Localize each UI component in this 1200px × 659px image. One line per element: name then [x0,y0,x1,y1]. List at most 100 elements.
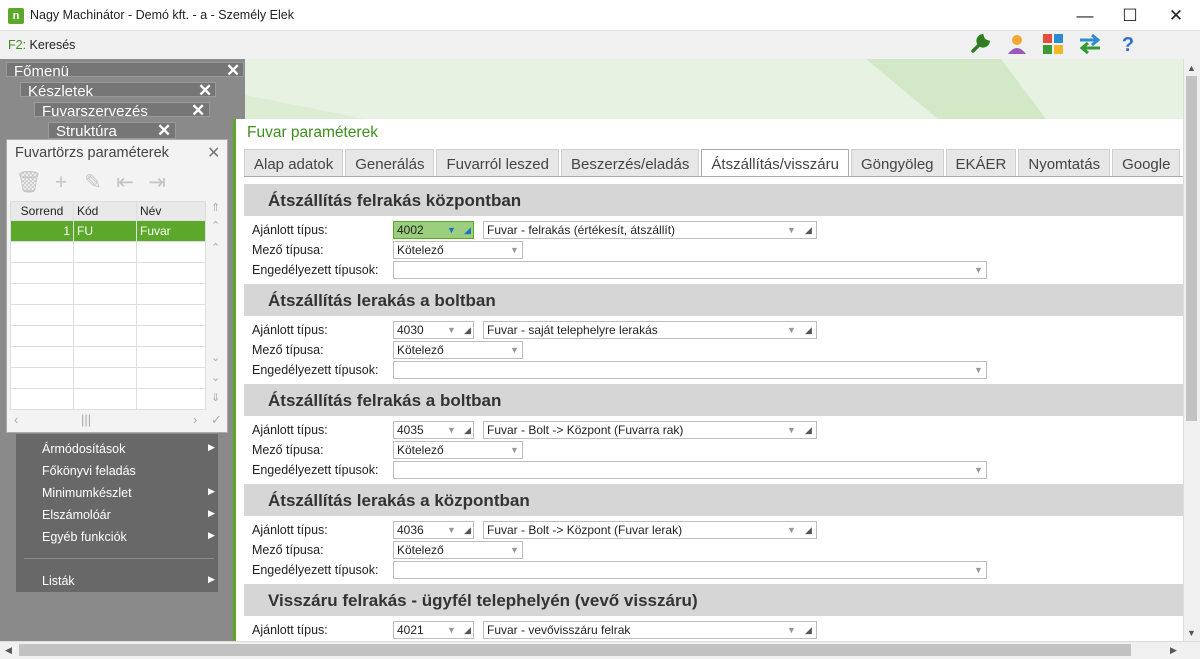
chevron-down-icon: ▼ [510,545,519,555]
close-icon[interactable]: ✕ [191,101,205,121]
scroll-up-icon[interactable]: ▲ [1187,63,1196,73]
scrollbar-thumb[interactable] [19,644,1131,656]
type-description-dropdown[interactable]: Fuvar - Bolt -> Központ (Fuvar lerak) ▼ ◢ [483,521,817,539]
type-description-dropdown[interactable]: Fuvar - vevővisszáru felrak ▼ ◢ [483,621,817,639]
tab-ekaer[interactable]: EKÁER [945,149,1017,176]
fuvar-parameterek-window: Fuvar paraméterek Alap adatok Generálás Fu… [233,119,1186,641]
close-icon[interactable]: ✕ [226,61,240,81]
menu-divider [24,558,214,559]
type-code-dropdown[interactable]: 4030 ▼ ◢ [393,321,474,339]
column-header-kod[interactable]: Kód [73,201,137,221]
app-logo-icon: n [8,8,24,24]
table-row[interactable] [10,283,206,305]
type-code-dropdown[interactable]: 4021 ▼ ◢ [393,621,474,639]
type-code-dropdown[interactable]: 4036 ▼ ◢ [393,521,474,539]
type-description-dropdown[interactable]: Fuvar - Bolt -> Központ (Fuvarra rak) ▼ ◢ [483,421,817,439]
tab-generalas[interactable]: Generálás [345,149,435,176]
scroll-right-icon[interactable]: › [193,412,197,427]
form-row: Engedélyezett típusok: ▼ [244,260,1186,280]
close-button[interactable]: ✕ [1153,2,1199,29]
table-row[interactable] [10,262,206,284]
help-icon[interactable]: ? [1116,33,1140,57]
edit-icon[interactable]: ✎ [77,170,109,195]
menu-item-armodositasok[interactable]: Ármódosítások ▶ [42,442,215,456]
table-row[interactable] [10,304,206,326]
tab-beszerzes-eladas[interactable]: Beszerzés/eladás [561,149,700,176]
tab-gongyoleg[interactable]: Göngyöleg [850,149,944,176]
menu-item-egyeb-funkciok[interactable]: Egyéb funkciók ▶ [42,530,215,544]
scroll-right-icon[interactable]: ▶ [1170,645,1177,656]
scrollbar-thumb[interactable] [1186,76,1197,421]
close-icon[interactable]: ✕ [207,143,220,163]
switch-icon[interactable] [1078,33,1102,57]
field-label: Ajánlott típus: [252,523,328,537]
tab-alap-adatok[interactable]: Alap adatok [244,149,344,176]
allowed-types-dropdown[interactable]: ▼ [393,561,987,579]
page-up-icon[interactable]: ⌃ [211,219,220,232]
type-description-dropdown[interactable]: Fuvar - saját telephelyre lerakás ▼ ◢ [483,321,817,339]
tab-google[interactable]: Google [1112,149,1181,176]
scroll-left-icon[interactable]: ‹ [14,412,18,427]
scroll-down-icon[interactable]: ⌄ [211,351,220,364]
field-type-dropdown[interactable]: Kötelező ▼ [393,241,523,259]
scroll-up-icon[interactable]: ⌃ [211,241,220,254]
type-code-dropdown[interactable]: 4002 ▼ ◢ [393,221,474,239]
tab-fuvarrol-leszed[interactable]: Fuvarról leszed [436,149,559,176]
delete-icon[interactable]: 🗑 [13,171,45,195]
menu-item-minimumkeszlet[interactable]: Minimumkészlet ▶ [42,486,215,500]
tab-nyomtatas[interactable]: Nyomtatás [1018,149,1111,176]
field-type-dropdown[interactable]: Kötelező ▼ [393,541,523,559]
type-description-dropdown[interactable]: Fuvar - felrakás (értékesít, átszállít) ▼… [483,221,817,239]
tab-atszallitas-visszaru[interactable]: Átszállítás/visszáru [701,149,849,176]
check-icon[interactable]: ✓ [211,412,222,428]
table-row[interactable] [10,388,206,410]
field-type-dropdown[interactable]: Kötelező ▼ [393,341,523,359]
window-title: Nagy Machinátor - Demó kft. - a - Személ… [30,8,294,22]
close-icon[interactable]: ✕ [198,81,212,101]
menu-item-fokonyvi-feladas[interactable]: Főkönyvi feladás [42,464,136,478]
wrench-icon[interactable] [968,33,992,57]
menu-item-elszamoloar[interactable]: Elszámolóár ▶ [42,508,215,522]
vertical-scrollbar[interactable]: ⇑ ⌃ ⌃ ⌄ ⌄ ⇓ [207,201,225,409]
scroll-grip-icon[interactable]: ||| [81,412,91,427]
column-header-sorrend[interactable]: Sorrend [10,201,74,221]
form-row: Engedélyezett típusok: ▼ [244,360,1186,380]
table-row[interactable]: 1 FU Fuvar [10,220,206,242]
table-row[interactable] [10,325,206,347]
table-row[interactable] [10,367,206,389]
move-down-icon[interactable]: ⇥ [141,170,173,195]
close-icon[interactable]: ✕ [157,121,171,141]
minimize-button[interactable]: — [1062,2,1108,29]
search-shortcut[interactable]: F2: Keresés [8,38,75,52]
user-icon[interactable] [1005,33,1029,57]
section-title: Átszállítás felrakás központban [244,184,1186,216]
table-row[interactable] [10,241,206,263]
allowed-types-dropdown[interactable]: ▼ [393,261,987,279]
modules-icon[interactable] [1041,33,1065,57]
allowed-types-dropdown[interactable]: ▼ [393,461,987,479]
type-code-dropdown[interactable]: 4035 ▼ ◢ [393,421,474,439]
chevron-down-icon: ▼ [974,565,983,575]
table-row[interactable] [10,346,206,368]
horizontal-scrollbar[interactable]: ‹ ||| › ✓ [10,412,225,430]
scroll-bottom-icon[interactable]: ⇓ [211,391,220,404]
form-row: Ajánlott típus: 4035 ▼ ◢ Fuvar - Bolt -> K… [244,420,1186,440]
allowed-types-dropdown[interactable]: ▼ [393,361,987,379]
scroll-down-icon[interactable]: ▼ [1187,628,1196,638]
page-down-icon[interactable]: ⌄ [211,371,220,384]
field-label: Mező típusa: [252,543,324,557]
column-header-nev[interactable]: Név [136,201,206,221]
fuvartorzs-panel: Fuvartörzs paraméterek ✕ 🗑 + ✎ ⇤ ⇥ Sorrend K… [6,139,228,433]
resize-icon: ◢ [464,225,471,235]
field-type-dropdown[interactable]: Kötelező ▼ [393,441,523,459]
scroll-left-icon[interactable]: ◀ [5,645,12,656]
section-atszallitas-felrakas-a-boltban: Átszállítás felrakás a boltban Ajánlott … [244,384,1186,480]
chevron-down-icon: ▼ [447,625,456,635]
page-title: Fuvar paraméterek [247,124,378,141]
scroll-top-icon[interactable]: ⇑ [211,201,220,214]
move-up-icon[interactable]: ⇤ [109,170,141,195]
maximize-button[interactable]: ☐ [1107,2,1153,29]
menu-item-listak[interactable]: Listák ▶ [42,574,215,588]
search-label: Keresés [29,38,76,52]
add-icon[interactable]: + [45,171,77,195]
